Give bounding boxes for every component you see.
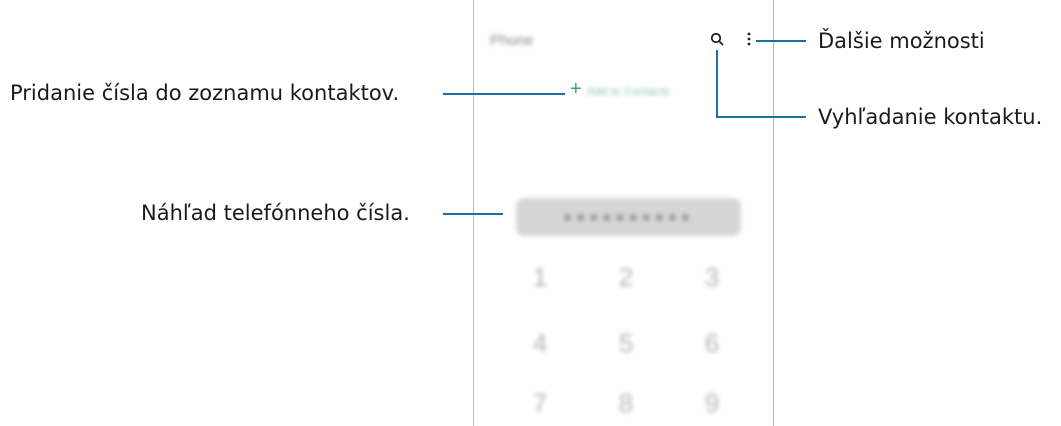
dial-key-9[interactable]: 9 xyxy=(692,388,732,419)
dial-key-3[interactable]: 3 xyxy=(692,262,732,293)
more-options-icon[interactable] xyxy=(746,31,752,47)
more-options-callout: Ďalšie možnosti xyxy=(818,29,985,53)
app-title: Phone xyxy=(490,32,534,49)
search-contact-callout: Vyhľadanie kontaktu. xyxy=(818,105,1043,129)
dial-key-2[interactable]: 2 xyxy=(606,262,646,293)
dial-key-4[interactable]: 4 xyxy=(520,328,560,359)
dial-key-1[interactable]: 1 xyxy=(520,262,560,293)
dial-key-8[interactable]: 8 xyxy=(606,388,646,419)
phone-number-preview: •••••••••• xyxy=(516,198,741,236)
add-contact-plus-icon[interactable]: + xyxy=(570,79,582,99)
phone-screen: Phone + Add to Contacts •••••••••• 1 2 3… xyxy=(473,0,774,426)
number-preview-leader-line xyxy=(443,213,503,215)
search-leader-line-vertical xyxy=(716,50,718,118)
dial-key-6[interactable]: 6 xyxy=(692,328,732,359)
add-to-contacts-link[interactable]: Add to Contacts xyxy=(587,86,670,98)
more-options-leader-line xyxy=(756,40,806,42)
search-leader-line-horizontal xyxy=(716,116,806,118)
add-contacts-leader-line xyxy=(443,93,565,95)
number-preview-callout: Náhľad telefónneho čísla. xyxy=(141,201,410,225)
dial-key-7[interactable]: 7 xyxy=(520,388,560,419)
dial-key-5[interactable]: 5 xyxy=(606,328,646,359)
search-icon[interactable] xyxy=(710,32,724,46)
add-contacts-callout: Pridanie čísla do zoznamu kontaktov. xyxy=(10,81,400,105)
